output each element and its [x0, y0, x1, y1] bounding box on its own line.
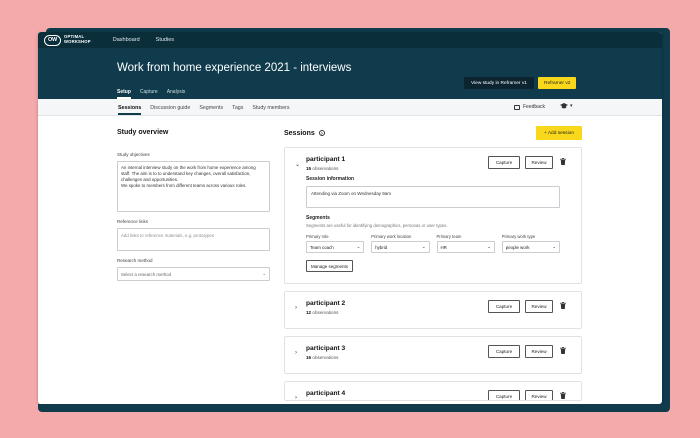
feedback-button[interactable]: Feedback [514, 104, 545, 110]
chevron-down-icon: ⌄ [262, 271, 266, 276]
trash-icon[interactable] [560, 391, 566, 399]
session-card: ⌄ participant 1 15 observations Capture … [284, 147, 582, 284]
segment-select[interactable]: HR ⌄ [436, 241, 495, 253]
sessions-panel: Sessions ? + Add session ⌄ participant 1… [284, 126, 582, 401]
segment-label: Primary role [306, 234, 329, 239]
chevron-down-icon: ⌄ [421, 244, 426, 249]
session-info-label: Session information [306, 176, 355, 182]
nav-dashboard[interactable]: Dashboard [113, 37, 140, 43]
review-button[interactable]: Review [525, 344, 553, 358]
nav-studies[interactable]: Studies [156, 37, 174, 43]
session-name: participant 1 [306, 156, 346, 163]
tab-analysis[interactable]: Analysis [167, 89, 186, 99]
research-method-select[interactable]: Select a research method ⌄ [117, 267, 270, 281]
capture-button[interactable]: Capture [488, 156, 520, 169]
subtab-discussion-guide[interactable]: Discussion guide [150, 105, 190, 115]
session-name: participant 4 [306, 389, 346, 397]
trash-icon[interactable] [560, 346, 566, 354]
top-nav: OW OPTIMAL WORKSHOP Dashboard Studies [38, 32, 662, 48]
objectives-text-2: We spoke to members from different teams… [121, 183, 247, 188]
reference-links-input[interactable]: Add links to reference materials, e.g. p… [117, 228, 270, 251]
subtab-sessions[interactable]: Sessions [118, 105, 142, 115]
segment-label: Primary work location [371, 234, 412, 239]
chevron-right-icon[interactable]: › [295, 350, 297, 356]
study-header: Work from home experience 2021 - intervi… [38, 48, 662, 99]
add-session-button[interactable]: + Add session [535, 126, 582, 140]
tab-capture[interactable]: Capture [140, 89, 158, 99]
session-observations: 15 observations [306, 166, 339, 171]
view-reframer-v1-button[interactable]: View study in Reframer v1 [464, 77, 534, 89]
session-name: participant 3 [306, 344, 346, 352]
session-card-header[interactable]: › participant 3 16 observations Capture … [285, 337, 581, 373]
session-card: › participant 2 12 observations Capture … [284, 290, 582, 329]
segments-label: Segments [306, 215, 330, 221]
chevron-down-icon: ⌄ [487, 244, 491, 249]
logo[interactable]: OW OPTIMAL WORKSHOP [44, 34, 91, 46]
reframer-v2-button[interactable]: Reframer v2 [538, 77, 577, 89]
help-menu[interactable]: ▾ [560, 103, 573, 109]
segments-grid: Primary role Team coach ⌄ Primary work lo… [306, 234, 560, 253]
logo-mark: OW [44, 34, 61, 46]
capture-button[interactable]: Capture [488, 299, 520, 313]
segment-label: Primary team [436, 234, 462, 239]
capture-button[interactable]: Capture [488, 344, 520, 358]
tab-setup[interactable]: Setup [117, 89, 131, 99]
session-name: participant 2 [306, 299, 346, 307]
session-card-header[interactable]: › participant 2 12 observations Capture … [285, 292, 581, 328]
main-tabs: Setup Capture Analysis [117, 89, 185, 99]
session-observations: 12 observations [306, 309, 339, 315]
trash-icon[interactable] [560, 301, 566, 309]
sessions-header: Sessions ? + Add session [284, 126, 582, 140]
feedback-label: Feedback [523, 104, 545, 110]
subtab-study-members[interactable]: Study members [252, 105, 289, 115]
chevron-down-icon: ▾ [570, 103, 573, 109]
review-button[interactable]: Review [525, 389, 553, 400]
segment-label: Primary work type [501, 234, 536, 239]
page-title: Work from home experience 2021 - intervi… [117, 62, 352, 74]
session-card-header[interactable]: › participant 4 Capture Review [285, 382, 581, 400]
session-card-body: Session information Attending via Zoom o… [285, 176, 581, 283]
research-method-placeholder: Select a research method [121, 271, 172, 277]
segment-work-location: Primary work location hybrid ⌄ [371, 234, 430, 253]
chevron-right-icon[interactable]: › [295, 395, 297, 400]
session-card: › participant 4 Capture Review [284, 380, 582, 401]
study-overview: Study overview Study objectives An inter… [117, 129, 270, 281]
chevron-down-icon[interactable]: ⌄ [295, 161, 300, 168]
manage-segments-button[interactable]: Manage segments [306, 260, 354, 272]
feedback-icon [514, 104, 520, 110]
review-button[interactable]: Review [525, 156, 553, 169]
reference-links-label: Reference links [117, 219, 149, 224]
capture-button[interactable]: Capture [488, 389, 520, 400]
chevron-down-icon: ⌄ [356, 244, 361, 249]
session-observations: 16 observations [306, 354, 339, 360]
subtab-segments[interactable]: Segments [199, 105, 223, 115]
graduation-cap-icon [560, 103, 568, 109]
logo-text: OPTIMAL WORKSHOP [64, 34, 91, 44]
review-button[interactable]: Review [525, 299, 553, 313]
chevron-down-icon: ⌄ [552, 244, 556, 249]
research-method-label: Research method [117, 258, 153, 263]
trash-icon[interactable] [560, 158, 566, 165]
info-icon[interactable]: ? [318, 130, 325, 136]
segments-description: Segments are useful for identifying demo… [306, 223, 448, 228]
objectives-textarea[interactable]: An internal interview study on the work … [117, 161, 270, 212]
objectives-text: An internal interview study on the work … [121, 165, 256, 182]
session-info-textarea[interactable]: Attending via Zoom on Wednesday 9am [306, 186, 560, 208]
objectives-label: Study objectives [117, 152, 150, 157]
segment-primary-role: Primary role Team coach ⌄ [306, 234, 365, 253]
sub-nav: Sessions Discussion guide Segments Tags … [38, 99, 662, 116]
background-card-edge [38, 404, 670, 412]
session-card: › participant 3 16 observations Capture … [284, 335, 582, 374]
study-overview-title: Study overview [117, 129, 169, 136]
segment-select[interactable]: Team coach ⌄ [306, 241, 365, 253]
segment-select[interactable]: hybrid ⌄ [371, 241, 430, 253]
subtab-tags[interactable]: Tags [232, 105, 243, 115]
segment-select[interactable]: people work ⌄ [501, 241, 560, 253]
chevron-right-icon[interactable]: › [295, 305, 297, 311]
sessions-title: Sessions ? [284, 129, 325, 137]
segment-primary-team: Primary team HR ⌄ [436, 234, 495, 253]
segment-work-type: Primary work type people work ⌄ [501, 234, 560, 253]
